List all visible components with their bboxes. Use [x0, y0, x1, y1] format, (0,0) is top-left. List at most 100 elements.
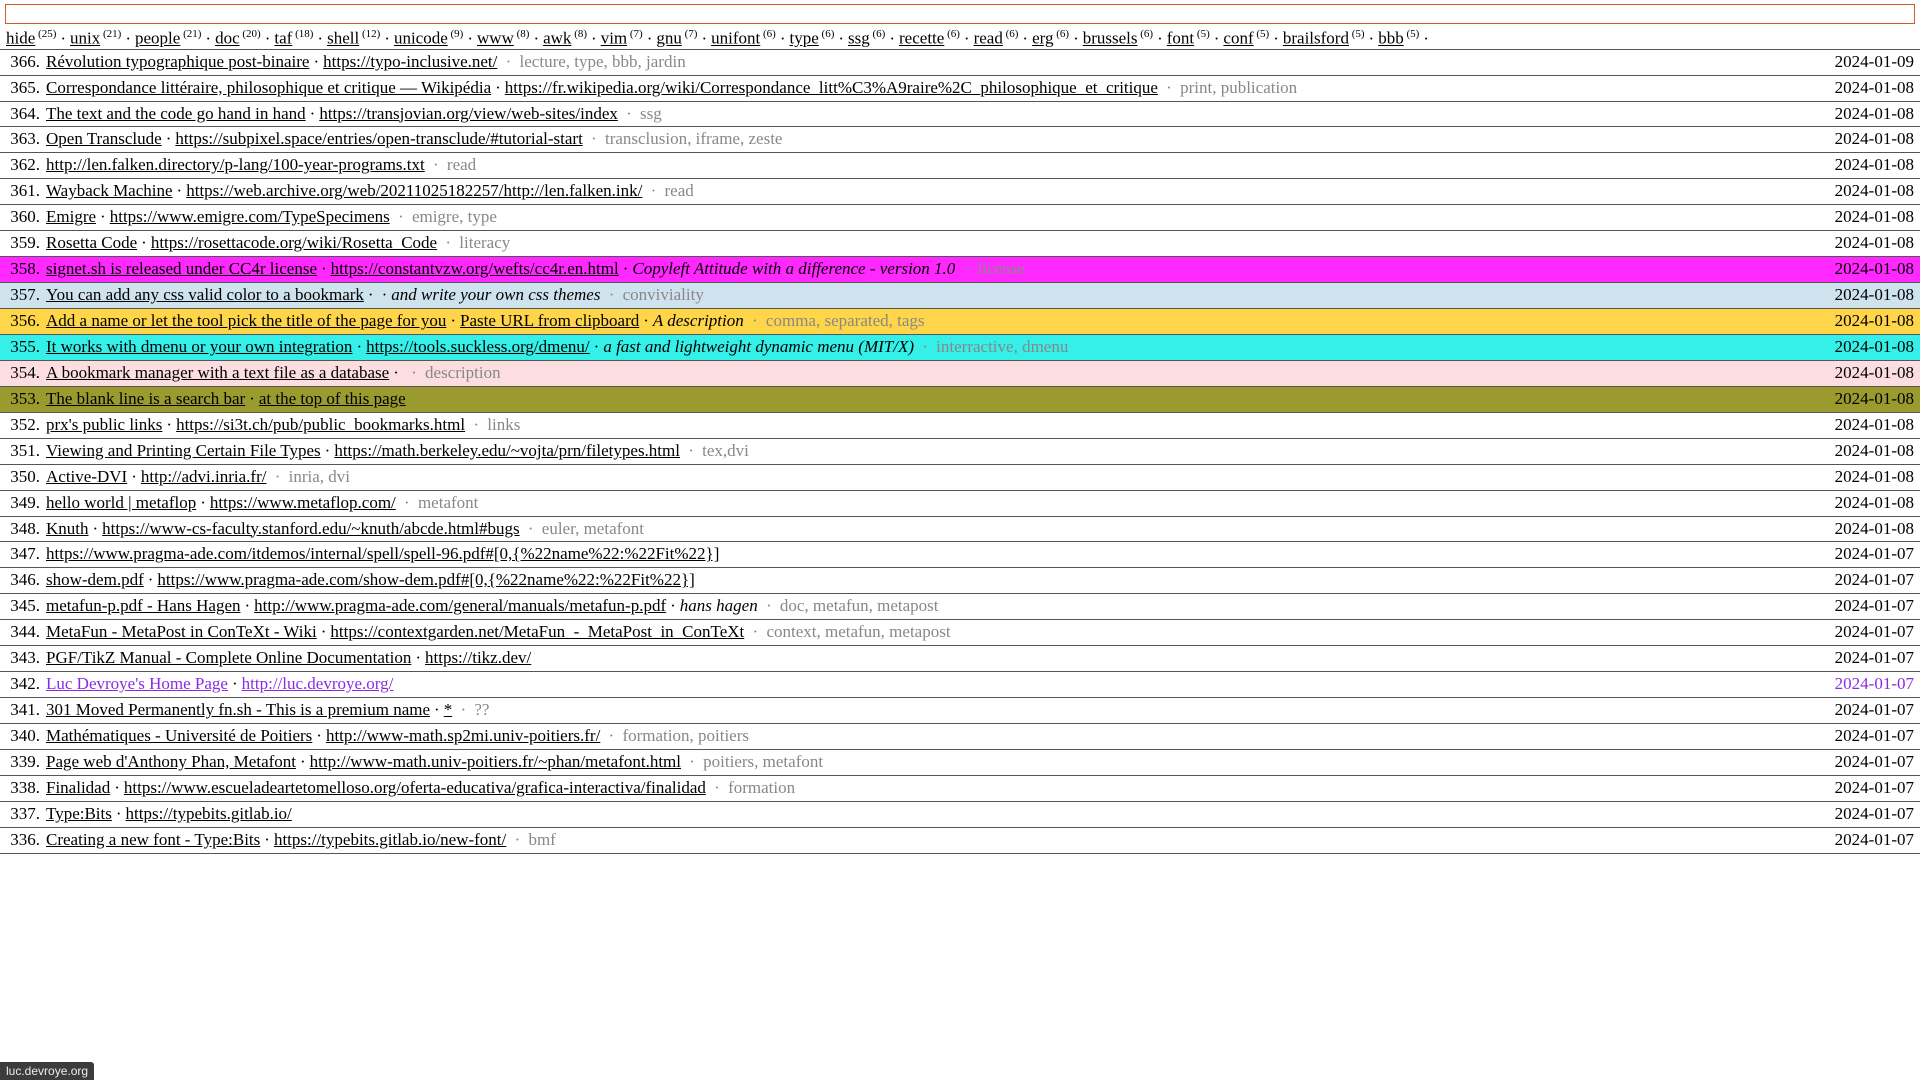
tag-brussels[interactable]: brussels [1083, 29, 1138, 48]
tag-type[interactable]: type [790, 29, 819, 48]
bookmark-title[interactable]: Creating a new font - Type:Bits [46, 830, 260, 849]
tag-font[interactable]: font [1167, 29, 1194, 48]
bookmark-tags[interactable]: links [487, 415, 520, 434]
tag-recette[interactable]: recette [899, 29, 944, 48]
tag-unix[interactable]: unix [70, 29, 100, 48]
bookmark-title[interactable]: Mathématiques - Université de Poitiers [46, 726, 312, 745]
bookmark-title[interactable]: PGF/TikZ Manual - Complete Online Docume… [46, 648, 411, 667]
bookmark-tags[interactable]: doc, metafun, metapost [780, 596, 939, 615]
bookmark-title[interactable]: Knuth [46, 519, 89, 538]
bookmark-url[interactable]: https://transjovian.org/view/web-sites/i… [319, 104, 618, 123]
tag-unifont[interactable]: unifont [711, 29, 760, 48]
tag-taf[interactable]: taf [274, 29, 292, 48]
bookmark-tags[interactable]: interractive, dmenu [936, 337, 1068, 356]
bookmark-title[interactable]: The text and the code go hand in hand [46, 104, 306, 123]
bookmark-url[interactable]: https://subpixel.space/entries/open-tran… [175, 129, 582, 148]
bookmark-tags[interactable]: transclusion, iframe, zeste [605, 129, 783, 148]
bookmark-tags[interactable]: comma, separated, tags [766, 311, 925, 330]
bookmark-title[interactable]: Luc Devroye's Home Page [46, 674, 228, 693]
bookmark-url[interactable]: https://www.escueladeartetomelloso.org/o… [124, 778, 706, 797]
bookmark-title[interactable]: A bookmark manager with a text file as a… [46, 363, 389, 382]
bookmark-title[interactable]: MetaFun - MetaPost in ConTeXt - Wiki [46, 622, 317, 641]
bookmark-title[interactable]: Page web d'Anthony Phan, Metafont [46, 752, 296, 771]
bookmark-url[interactable]: https://fr.wikipedia.org/wiki/Correspond… [505, 78, 1158, 97]
bookmark-url[interactable]: https://www.pragma-ade.com/show-dem.pdf#… [157, 570, 694, 589]
tag-vim[interactable]: vim [601, 29, 627, 48]
bookmark-url[interactable]: https://typo-inclusive.net/ [323, 52, 497, 71]
tag-brailsford[interactable]: brailsford [1283, 29, 1349, 48]
tag-read[interactable]: read [974, 29, 1003, 48]
bookmark-tags[interactable]: formation, poitiers [622, 726, 749, 745]
bookmark-title[interactable]: Viewing and Printing Certain File Types [46, 441, 321, 460]
bookmark-tags[interactable]: license [977, 259, 1024, 278]
bookmark-title[interactable]: Correspondance littéraire, philosophique… [46, 78, 491, 97]
search-input[interactable] [5, 4, 1915, 24]
bookmark-tags[interactable]: tex,dvi [702, 441, 749, 460]
bookmark-url[interactable]: http://www-math.univ-poitiers.fr/~phan/m… [310, 752, 681, 771]
bookmark-url[interactable]: https://typebits.gitlab.io/ [126, 804, 292, 823]
bookmark-tags[interactable]: bmf [528, 830, 555, 849]
bookmark-url[interactable]: https://tikz.dev/ [425, 648, 531, 667]
bookmark-tags[interactable]: euler, metafont [542, 519, 644, 538]
bookmark-tags[interactable]: poitiers, metafont [703, 752, 823, 771]
bookmark-url[interactable]: http://www.pragma-ade.com/general/manual… [254, 596, 666, 615]
bookmark-url[interactable]: https://www-cs-faculty.stanford.edu/~knu… [102, 519, 519, 538]
bookmark-url[interactable]: https://www.pragma-ade.com/itdemos/inter… [46, 544, 719, 563]
bookmark-url[interactable]: https://math.berkeley.edu/~vojta/prn/fil… [334, 441, 680, 460]
bookmark-url[interactable]: https://rosettacode.org/wiki/Rosetta_Cod… [151, 233, 437, 252]
bookmark-url[interactable]: https://typebits.gitlab.io/new-font/ [274, 830, 506, 849]
tag-unicode[interactable]: unicode [394, 29, 448, 48]
tag-ssg[interactable]: ssg [848, 29, 870, 48]
bookmark-url[interactable]: https://www.emigre.com/TypeSpecimens [110, 207, 390, 226]
bookmark-title[interactable]: hello world | metaflop [46, 493, 196, 512]
bookmark-title[interactable]: Type:Bits [46, 804, 112, 823]
bookmark-url[interactable]: Paste URL from clipboard [460, 311, 639, 330]
bookmark-tags[interactable]: literacy [459, 233, 510, 252]
bookmark-title[interactable]: Emigre [46, 207, 96, 226]
bookmark-url[interactable]: https://contextgarden.net/MetaFun_-_Meta… [330, 622, 744, 641]
tag-conf[interactable]: conf [1223, 29, 1253, 48]
bookmark-url[interactable]: https://tools.suckless.org/dmenu/ [366, 337, 590, 356]
bookmark-tags[interactable]: print, publication [1180, 78, 1297, 97]
bookmark-tags[interactable]: inria, dvi [289, 467, 350, 486]
bookmark-tags[interactable]: ?? [474, 700, 489, 719]
bookmark-tags[interactable]: metafont [418, 493, 478, 512]
bookmark-title[interactable]: metafun-p.pdf - Hans Hagen [46, 596, 241, 615]
bookmark-title[interactable]: Rosetta Code [46, 233, 137, 252]
bookmark-title[interactable]: prx's public links [46, 415, 162, 434]
bookmark-url[interactable]: http://advi.inria.fr/ [141, 467, 267, 486]
tag-bbb[interactable]: bbb [1378, 29, 1404, 48]
bookmark-title[interactable]: It works with dmenu or your own integrat… [46, 337, 352, 356]
tag-www[interactable]: www [477, 29, 514, 48]
bookmark-tags[interactable]: read [665, 181, 694, 200]
tag-shell[interactable]: shell [327, 29, 359, 48]
bookmark-title[interactable]: The blank line is a search bar [46, 389, 245, 408]
bookmark-tags[interactable]: ssg [640, 104, 662, 123]
bookmark-tags[interactable]: read [447, 155, 476, 174]
tag-erg[interactable]: erg [1032, 29, 1053, 48]
bookmark-title[interactable]: Révolution typographique post-binaire [46, 52, 309, 71]
bookmark-tags[interactable]: formation [728, 778, 795, 797]
bookmark-title[interactable]: signet.sh is released under CC4r license [46, 259, 317, 278]
bookmark-tags[interactable]: emigre, type [412, 207, 497, 226]
bookmark-title[interactable]: Wayback Machine [46, 181, 173, 200]
bookmark-title[interactable]: Finalidad [46, 778, 110, 797]
bookmark-title[interactable]: You can add any css valid color to a boo… [46, 285, 364, 304]
bookmark-tags[interactable]: lecture, type, bbb, jardin [520, 52, 686, 71]
bookmark-url[interactable]: http://len.falken.directory/p-lang/100-y… [46, 155, 425, 174]
bookmark-url[interactable]: http://www-math.sp2mi.univ-poitiers.fr/ [326, 726, 600, 745]
tag-gnu[interactable]: gnu [656, 29, 682, 48]
bookmark-title[interactable]: Add a name or let the tool pick the titl… [46, 311, 446, 330]
tag-doc[interactable]: doc [215, 29, 240, 48]
bookmark-url[interactable]: https://web.archive.org/web/202110251822… [186, 181, 642, 200]
tag-hide[interactable]: hide [6, 29, 35, 48]
bookmark-url[interactable]: https://constantvzw.org/wefts/cc4r.en.ht… [331, 259, 619, 278]
bookmark-tags[interactable]: conviviality [623, 285, 704, 304]
tag-people[interactable]: people [135, 29, 180, 48]
bookmark-title[interactable]: Active-DVI [46, 467, 127, 486]
bookmark-tags[interactable]: description [425, 363, 501, 382]
bookmark-title[interactable]: show-dem.pdf [46, 570, 144, 589]
bookmark-title[interactable]: Open Transclude [46, 129, 162, 148]
bookmark-url[interactable]: * [444, 700, 453, 719]
bookmark-url[interactable]: https://si3t.ch/pub/public_bookmarks.htm… [176, 415, 465, 434]
